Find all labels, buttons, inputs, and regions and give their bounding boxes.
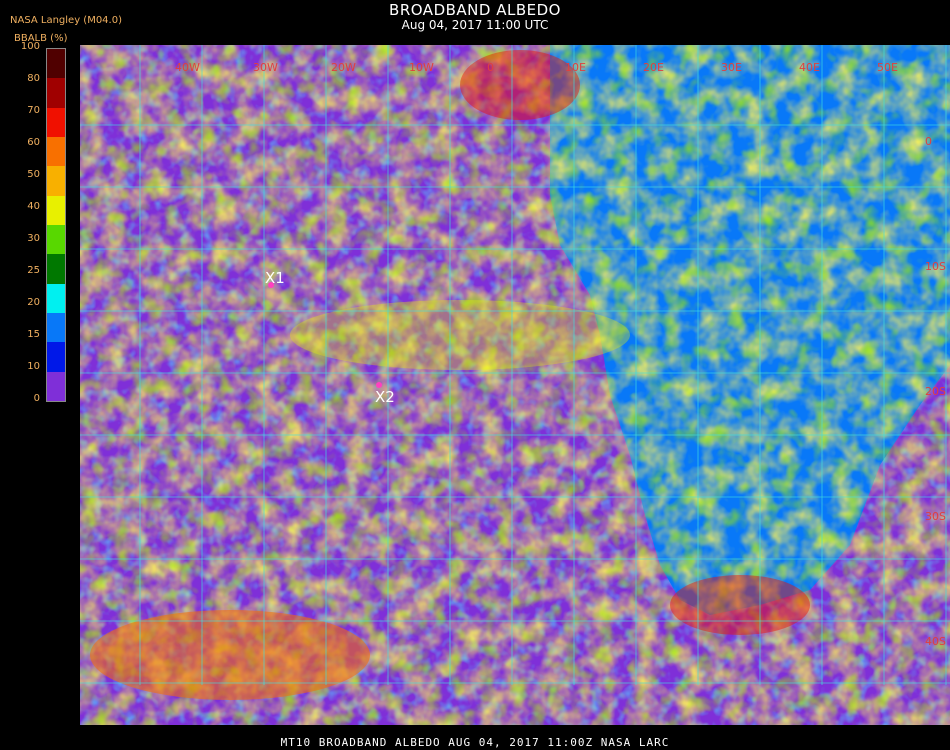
latitude-label: 40S (925, 635, 946, 648)
color-bar-segment (47, 225, 65, 255)
footer-caption: MT10 BROADBAND ALBEDO AUG 04, 2017 11:00… (280, 736, 670, 749)
color-bar-tick-label: 20 (27, 297, 40, 308)
data-source-label: NASA Langley (M04.0) (10, 15, 122, 26)
longitude-label: 40W (175, 61, 200, 74)
cloud-band-south-africa (670, 575, 810, 635)
color-bar-segment (47, 254, 65, 284)
longitude-label: 40E (799, 61, 820, 74)
color-bar-segment (47, 166, 65, 196)
map-title: BROADBAND ALBEDO (389, 1, 561, 19)
color-bar (46, 48, 66, 402)
albedo-map: 40W 30W 20W 10W 0 10E 20E 30E 40E 50E 0 10S 20S 30S 40… (80, 45, 950, 725)
color-bar-segment (47, 342, 65, 372)
longitude-label: 20W (331, 61, 356, 74)
longitude-label: 30E (721, 61, 742, 74)
color-bar-tick-label: 10 (27, 361, 40, 372)
color-bar-segment (47, 137, 65, 167)
color-bar-tick-label: 0 (33, 393, 40, 404)
longitude-label: 10E (565, 61, 586, 74)
latitude-label: 20S (925, 385, 946, 398)
latitude-label: 30S (925, 510, 946, 523)
svg-text:X2: X2 (375, 388, 395, 406)
longitude-label: 10W (409, 61, 434, 74)
color-bar-tick-label: 80 (27, 73, 40, 84)
longitude-label: 0 (487, 61, 494, 74)
latitude-label: 10S (925, 260, 946, 273)
longitude-label: 50E (877, 61, 898, 74)
cloud-band-central (290, 300, 630, 370)
marker-x1: X1 (265, 269, 285, 288)
color-bar-tick-label: 30 (27, 233, 40, 244)
longitude-label: 30W (253, 61, 278, 74)
color-bar-segment (47, 107, 65, 138)
color-bar-tick-label: 100 (20, 41, 40, 52)
color-bar-tick-label: 50 (27, 169, 40, 180)
cloud-band-southwest (90, 610, 370, 700)
color-bar-segment (47, 283, 65, 314)
latitude-label: 0 (925, 135, 932, 148)
albedo-map-canvas: 40W 30W 20W 10W 0 10E 20E 30E 40E 50E 0 10S 20S 30S 40… (80, 45, 950, 725)
color-bar-segment (47, 78, 65, 108)
color-bar-tick-label: 25 (27, 265, 40, 276)
color-bar-segment (47, 49, 65, 79)
cloud-band-north (460, 50, 580, 120)
color-bar-segment (47, 313, 65, 343)
color-bar-tick-label: 60 (27, 137, 40, 148)
color-bar-tick-label: 15 (27, 329, 40, 340)
color-bar-tick-label: 70 (27, 105, 40, 116)
color-bar-segment (47, 371, 65, 401)
color-bar-tick-label: 40 (27, 201, 40, 212)
color-bar-segment (47, 195, 65, 226)
longitude-label: 20E (643, 61, 664, 74)
svg-text:X1: X1 (265, 269, 285, 287)
map-datetime: Aug 04, 2017 11:00 UTC (401, 18, 549, 32)
